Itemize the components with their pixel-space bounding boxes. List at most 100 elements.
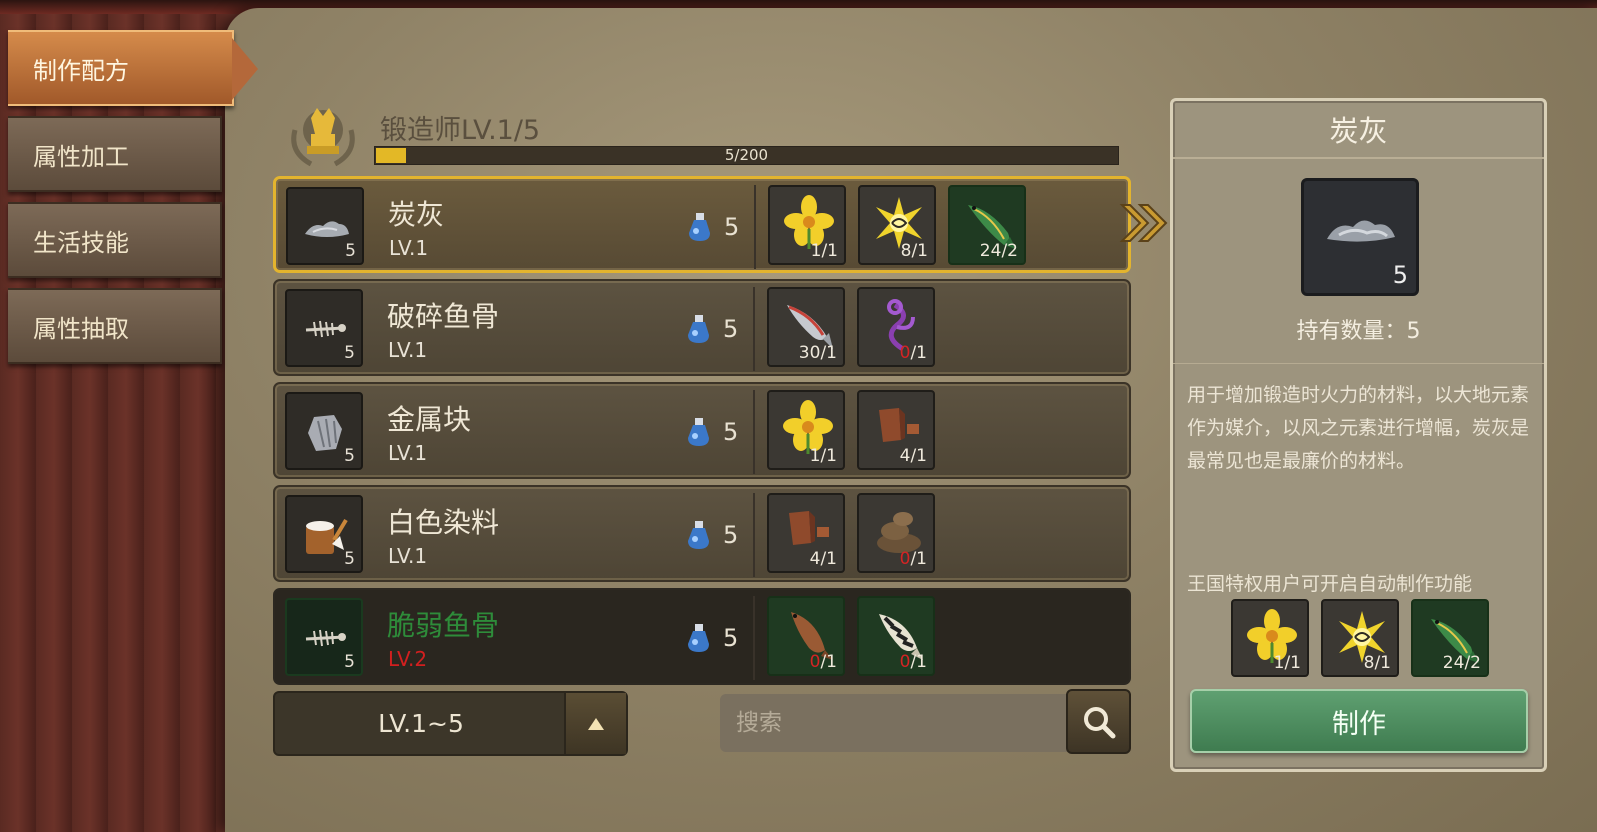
tab-attribute-extraction[interactable]: 属性抽取 [8,288,222,364]
potion-icon [689,213,710,241]
material-amount: 1/1 [810,241,838,261]
recipe-yield-count: 5 [344,446,355,466]
energy-cost: 5 [685,622,738,654]
recipe-level: LV.1 [389,236,429,260]
detail-item-slot: 5 [1301,178,1419,296]
recipe-name: 白色染料 [387,506,500,539]
material-amount: 30/1 [798,343,837,363]
recipe-name: 破碎鱼骨 [387,300,500,333]
material-slot[interactable]: 0/1 [857,493,935,573]
recipe-item-slot: 5 [286,187,364,265]
potion-icon [688,624,709,652]
search-field[interactable] [720,694,1068,752]
material-amount: 1/1 [1273,653,1301,673]
tab-label: 制作配方 [33,56,129,85]
material-slot[interactable]: 1/1 [767,390,845,470]
material-slot[interactable]: 4/1 [767,493,845,573]
tab-label: 属性加工 [33,142,129,171]
material-amount: 8/1 [900,241,928,261]
material-slot[interactable]: 0/1 [767,596,845,676]
material-slot[interactable]: 0/1 [857,596,935,676]
recipe-item-slot: 5 [285,289,363,367]
material-amount: 0/1 [899,549,927,569]
skill-title: 锻造师LV.1/5 [380,115,541,146]
blacksmith-emblem-icon [281,100,365,170]
material-amount: 0/1 [899,343,927,363]
material-slot[interactable]: 8/1 [1321,599,1399,677]
recipe-yield-count: 5 [344,549,355,569]
recipe-level: LV.2 [388,647,428,671]
energy-cost-value: 5 [724,213,740,241]
material-amount: 4/1 [809,549,837,569]
recipe-yield-count: 5 [344,343,355,363]
recipe-name: 炭灰 [388,198,445,231]
item-description: 用于增加锻造时火力的材料，以大地元素作为媒介，以风之元素进行增幅，炭灰是最常见也… [1187,384,1530,472]
energy-cost-value: 5 [723,521,739,549]
row-divider [753,287,755,371]
privilege-note: 王国特权用户可开启自动制作功能 [1187,573,1473,595]
detail-item-count: 5 [1392,261,1408,289]
row-divider [753,596,755,680]
material-amount: 0/1 [809,652,837,672]
material-slot[interactable]: 1/1 [1231,599,1309,677]
recipe-row[interactable]: 5 白色染料 LV.1 5 4/1 0/1 [273,485,1131,582]
material-amount: 0/1 [899,652,927,672]
material-slot[interactable]: 30/1 [767,287,845,367]
recipe-item-slot: 5 [285,495,363,573]
experience-text: 5/200 [724,146,769,164]
level-range-value: LV.1~5 [378,709,464,738]
material-list: 1/1 4/1 [767,390,935,470]
potion-icon [688,315,709,343]
recipe-level: LV.1 [388,441,428,465]
level-range-select[interactable]: LV.1~5 [273,691,628,756]
potion-icon [688,521,709,549]
energy-cost-value: 5 [723,418,739,446]
energy-cost: 5 [685,416,738,448]
energy-cost-value: 5 [723,624,739,652]
detail-materials: 1/1 8/1 24/2 [1231,599,1489,677]
tab-attribute-processing[interactable]: 属性加工 [8,116,222,192]
craft-button[interactable]: 制作 [1190,689,1528,753]
item-detail-panel: 炭灰 5 持有数量：5 用于增加锻造时火力的材料，以大地元素作为媒介，以风之元素… [1170,98,1547,772]
material-slot[interactable]: 4/1 [857,390,935,470]
recipe-yield-count: 5 [345,241,356,261]
tab-crafting-recipes[interactable]: 制作配方 [8,30,258,106]
material-slot[interactable]: 1/1 [768,185,846,265]
detail-title: 炭灰 [1173,101,1544,159]
recipe-row[interactable]: 5 脆弱鱼骨 LV.2 5 0/1 0/1 [273,588,1131,685]
recipe-yield-count: 5 [344,652,355,672]
recipe-row[interactable]: 5 金属块 LV.1 5 1/1 4/1 [273,382,1131,479]
potion-icon [688,418,709,446]
tab-label: 生活技能 [33,228,129,257]
material-amount: 4/1 [899,446,927,466]
material-slot[interactable]: 0/1 [857,287,935,367]
recipe-row[interactable]: 5 破碎鱼骨 LV.1 5 30/1 0/1 [273,279,1131,376]
material-amount: 24/2 [1442,653,1481,673]
material-slot[interactable]: 24/2 [1411,599,1489,677]
material-amount: 1/1 [809,446,837,466]
recipe-item-slot: 5 [285,598,363,676]
recipe-row[interactable]: 5 炭灰 LV.1 5 1/1 8/1 24/2 [273,176,1131,273]
experience-bar: 5/200 [374,146,1119,165]
level-range-toggle-button[interactable] [564,693,626,754]
material-list: 1/1 8/1 24/2 [768,185,1026,265]
tab-life-skills[interactable]: 生活技能 [8,202,222,278]
search-input[interactable] [720,694,1068,752]
material-list: 4/1 0/1 [767,493,935,573]
tab-label: 属性抽取 [33,314,129,343]
recipe-level: LV.1 [388,544,428,568]
row-divider [753,493,755,577]
search-icon [1083,706,1115,738]
row-divider [753,390,755,474]
double-chevron-right-icon [1118,202,1170,244]
recipe-item-slot: 5 [285,392,363,470]
energy-cost: 5 [686,211,739,243]
detail-divider [1173,363,1544,364]
recipe-level: LV.1 [388,338,428,362]
row-divider [754,185,756,269]
search-button[interactable] [1066,689,1131,754]
material-slot[interactable]: 24/2 [948,185,1026,265]
material-list: 0/1 0/1 [767,596,935,676]
triangle-up-icon [588,717,604,730]
material-slot[interactable]: 8/1 [858,185,936,265]
